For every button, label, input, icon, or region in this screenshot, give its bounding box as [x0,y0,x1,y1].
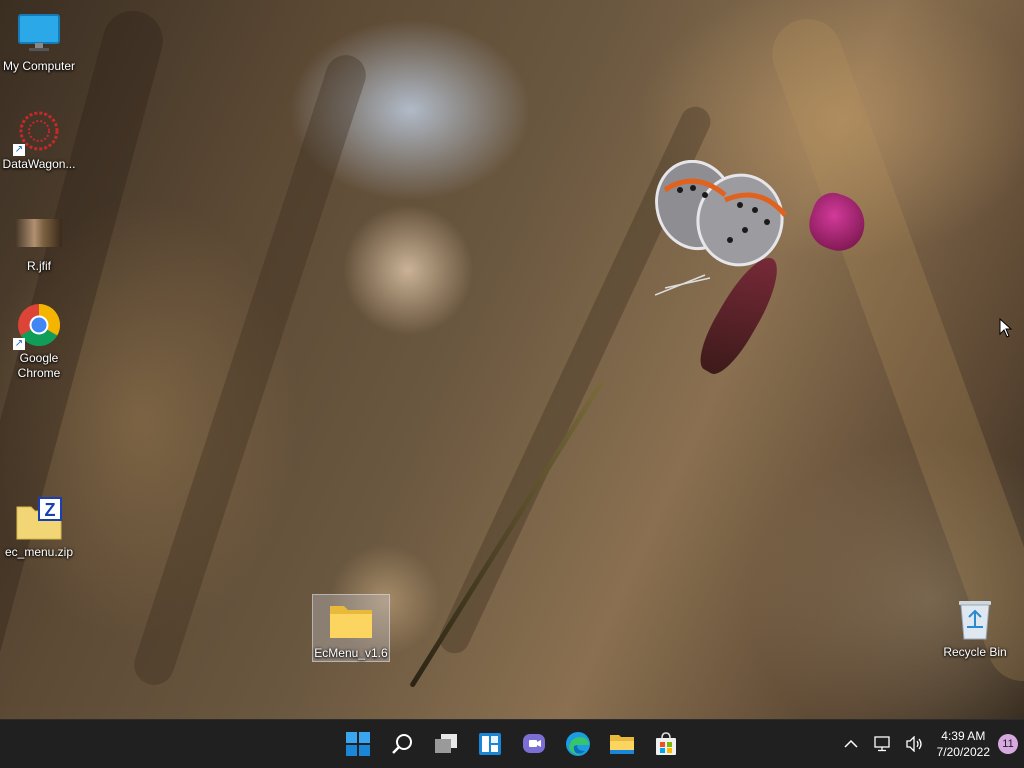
task-view-button[interactable] [424,720,468,768]
desktop-icon-label: My Computer [2,59,76,73]
volume-button[interactable] [899,720,931,768]
desktop-icon-ecmenu-folder[interactable]: EcMenu_v1.6 [312,594,390,662]
desktop-icon-label: ec_menu.zip [4,545,74,559]
zip-archive-icon: Z [16,497,62,540]
butterfly-icon [655,160,787,296]
monitor-icon [18,14,60,51]
clock-date: 7/20/2022 [936,745,990,759]
desktop-icon-label: R.jfif [27,259,51,273]
mouse-cursor-icon [999,318,1013,338]
desktop-icon-r-jfif[interactable]: R.jfif [1,210,77,274]
network-button[interactable] [867,720,899,768]
task-view-icon [435,734,457,753]
desktop-icon-ec-menu-zip[interactable]: Z ec_menu.zip [1,496,77,560]
store-icon [656,732,676,755]
shortcut-arrow-icon: ↗ [13,144,25,156]
chat-button[interactable] [512,720,556,768]
desktop-icon-label: Google Chrome [17,351,61,380]
svg-text:Z: Z [45,500,56,520]
taskbar: 4:39 AM 7/20/2022 11 [0,719,1024,768]
search-icon [392,734,412,754]
desktop-icon-my-computer[interactable]: My Computer [1,10,77,74]
shortcut-arrow-icon: ↗ [13,338,25,350]
folder-icon [330,606,372,638]
network-icon [873,736,890,752]
desktop-icon-label: EcMenu_v1.6 [314,646,388,660]
start-button[interactable] [336,720,380,768]
widgets-icon [479,733,501,755]
speaker-icon [905,736,922,752]
show-hidden-icons-button[interactable] [835,720,867,768]
edge-icon [566,732,590,756]
recycle-bin-icon [959,601,991,640]
file-explorer-icon [610,735,634,754]
system-tray: 4:39 AM 7/20/2022 11 [835,720,1024,768]
teams-chat-icon [523,734,545,753]
image-thumbnail-icon [16,219,62,247]
desktop-icon-recycle-bin[interactable]: Recycle Bin [937,596,1013,660]
desktop-icon-label: Recycle Bin [943,645,1007,659]
chevron-up-icon [844,739,858,748]
edge-button[interactable] [556,720,600,768]
desktop-icon-label: DataWagon... [2,157,76,171]
search-button[interactable] [380,720,424,768]
clock-time: 4:39 AM [941,729,986,743]
notification-badge[interactable]: 11 [998,734,1018,754]
store-button[interactable] [644,720,688,768]
desktop-icon-datawagon[interactable]: ↗ DataWagon... [1,108,77,172]
clock-button[interactable]: 4:39 AM 7/20/2022 [931,728,996,760]
widgets-button[interactable] [468,720,512,768]
file-explorer-button[interactable] [600,720,644,768]
desktop-icon-google-chrome[interactable]: ↗ Google Chrome [1,302,77,381]
windows-logo-icon [346,732,370,756]
taskbar-apps [336,720,688,768]
